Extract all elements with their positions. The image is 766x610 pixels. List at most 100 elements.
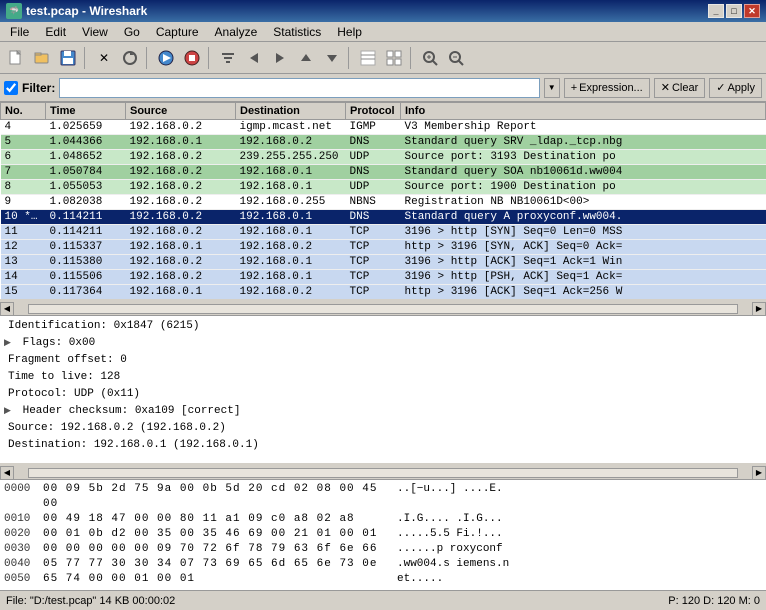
scroll-right-arrow[interactable]: ▶ [752, 302, 766, 316]
detail-line: Destination: 192.168.0.1 (192.168.0.1) [0, 437, 766, 454]
maximize-button[interactable]: □ [726, 4, 742, 18]
forward-button[interactable] [268, 46, 292, 70]
minimize-button[interactable]: _ [708, 4, 724, 18]
expand-icon[interactable]: ▶ [4, 404, 16, 419]
expression-button[interactable]: + Expression... [564, 78, 650, 98]
display-mode-button[interactable] [382, 46, 406, 70]
hex-offset: 0010 [4, 512, 39, 527]
scroll-up-button[interactable] [294, 46, 318, 70]
menu-item-help[interactable]: Help [329, 23, 370, 41]
stop-capture-button[interactable] [180, 46, 204, 70]
scroll-down-button[interactable] [320, 46, 344, 70]
reload-button[interactable] [118, 46, 142, 70]
hex-panel[interactable]: 000000 09 5b 2d 75 9a 00 0b 5d 20 cd 02 … [0, 480, 766, 590]
back-button[interactable] [242, 46, 266, 70]
detail-scroll-track[interactable] [28, 468, 738, 478]
table-row[interactable]: 61.048652192.168.0.2239.255.255.250UDPSo… [1, 150, 766, 165]
detail-line: Fragment offset: 0 [0, 352, 766, 369]
table-row[interactable]: 51.044366192.168.0.1192.168.0.2DNSStanda… [1, 135, 766, 150]
hex-line: 005065 74 00 00 01 00 01et..... [4, 572, 762, 587]
status-bar: File: "D:/test.pcap" 14 KB 00:00:02 P: 1… [0, 590, 766, 610]
window-controls[interactable]: _ □ ✕ [708, 4, 760, 18]
close-capture-button[interactable]: ✕ [92, 46, 116, 70]
menu-item-file[interactable]: File [2, 23, 37, 41]
title-bar-left: 🦈 test.pcap - Wireshark [6, 3, 147, 19]
display-filter-list-button[interactable] [356, 46, 380, 70]
close-button[interactable]: ✕ [744, 4, 760, 18]
apply-icon: ✓ [716, 81, 725, 94]
col-header-no[interactable]: No. [1, 103, 46, 120]
menu-item-capture[interactable]: Capture [148, 23, 207, 41]
toolbar-separator-3 [208, 47, 212, 69]
filter-checkbox[interactable] [4, 81, 18, 95]
clear-icon: ✕ [661, 81, 670, 94]
col-header-destination[interactable]: Destination [236, 103, 346, 120]
save-button[interactable] [56, 46, 80, 70]
detail-line: Source: 192.168.0.2 (192.168.0.2) [0, 420, 766, 437]
new-button[interactable] [4, 46, 28, 70]
col-header-info[interactable]: Info [401, 103, 766, 120]
hex-line: 002000 01 0b d2 00 35 00 35 46 69 00 21 … [4, 527, 762, 542]
table-row[interactable]: 41.025659192.168.0.2igmp.mcast.netIGMPV3… [1, 120, 766, 135]
zoom-out-button[interactable] [444, 46, 468, 70]
hex-offset: 0030 [4, 542, 39, 557]
menu-item-view[interactable]: View [74, 23, 116, 41]
hex-bytes: 00 01 0b d2 00 35 00 35 46 69 00 21 01 0… [43, 527, 393, 542]
table-row[interactable]: 71.050784192.168.0.2192.168.0.1DNSStanda… [1, 165, 766, 180]
menu-item-edit[interactable]: Edit [37, 23, 74, 41]
detail-horizontal-scrollbar[interactable]: ◀ ▶ [0, 466, 766, 480]
filter-dropdown-button[interactable]: ▼ [544, 78, 560, 98]
horizontal-scrollbar[interactable]: ◀ ▶ [0, 302, 766, 316]
detail-line: Time to live: 128 [0, 369, 766, 386]
table-row[interactable]: 91.082038192.168.0.2192.168.0.255NBNSReg… [1, 195, 766, 210]
filter-label: Filter: [22, 81, 55, 95]
expand-icon[interactable]: ▶ [4, 336, 16, 351]
open-button[interactable] [30, 46, 54, 70]
scroll-track[interactable] [28, 304, 738, 314]
menu-item-analyze[interactable]: Analyze [207, 23, 266, 41]
toolbar: ✕ [0, 42, 766, 74]
toolbar-separator-5 [410, 47, 414, 69]
filter-bar: Filter: ▼ + Expression... ✕ Clear ✓ Appl… [0, 74, 766, 102]
col-header-protocol[interactable]: Protocol [346, 103, 401, 120]
detail-panel[interactable]: Identification: 0x1847 (6215)▶ Flags: 0x… [0, 316, 766, 466]
filter-button[interactable] [216, 46, 240, 70]
clear-button[interactable]: ✕ Clear [654, 78, 706, 98]
hex-line: 0030 00 00 00 00 00 09 70 72 6f 78 79 63 … [4, 542, 762, 557]
detail-scroll-left[interactable]: ◀ [0, 466, 14, 480]
scroll-left-arrow[interactable]: ◀ [0, 302, 14, 316]
hex-line: 000000 09 5b 2d 75 9a 00 0b 5d 20 cd 02 … [4, 482, 762, 512]
col-header-source[interactable]: Source [126, 103, 236, 120]
app-icon: 🦈 [6, 3, 22, 19]
table-row[interactable]: 81.055053192.168.0.2192.168.0.1UDPSource… [1, 180, 766, 195]
detail-line: Protocol: UDP (0x11) [0, 386, 766, 403]
hex-offset: 0040 [4, 557, 39, 572]
table-row[interactable]: 10 *REF*0.114211192.168.0.2192.168.0.1DN… [1, 210, 766, 225]
detail-scroll-right[interactable]: ▶ [752, 466, 766, 480]
table-row[interactable]: 150.117364192.168.0.1192.168.0.2TCPhttp … [1, 285, 766, 300]
table-row[interactable]: 120.115337192.168.0.1192.168.0.2TCPhttp … [1, 240, 766, 255]
col-header-time[interactable]: Time [46, 103, 126, 120]
hex-bytes: 05 77 77 30 30 34 07 73 69 65 6d 65 6e 7… [43, 557, 393, 572]
detail-line[interactable]: ▶ Header checksum: 0xa109 [correct] [0, 403, 766, 420]
expression-icon: + [571, 82, 577, 94]
hex-bytes: 00 00 00 00 00 09 70 72 6f 78 79 63 6f 6… [43, 542, 393, 557]
hex-line: 001000 49 18 47 00 00 80 11 a1 09 c0 a8 … [4, 512, 762, 527]
start-capture-button[interactable] [154, 46, 178, 70]
packet-table: No. Time Source Destination Protocol Inf… [0, 102, 766, 302]
table-row[interactable]: 140.115506192.168.0.2192.168.0.1TCP3196 … [1, 270, 766, 285]
zoom-in-button[interactable] [418, 46, 442, 70]
table-row[interactable]: 110.114211192.168.0.2192.168.0.1TCP3196 … [1, 225, 766, 240]
hex-ascii: ......p roxyconf [397, 542, 503, 557]
menu-item-statistics[interactable]: Statistics [265, 23, 329, 41]
status-file-info: File: "D:/test.pcap" 14 KB 00:00:02 [6, 595, 175, 607]
menu-item-go[interactable]: Go [116, 23, 148, 41]
apply-button[interactable]: ✓ Apply [709, 78, 762, 98]
packet-list[interactable]: No. Time Source Destination Protocol Inf… [0, 102, 766, 302]
table-row[interactable]: 130.115380192.168.0.2192.168.0.1TCP3196 … [1, 255, 766, 270]
status-right: P: 120 D: 120 M: 0 [668, 595, 760, 607]
detail-line[interactable]: ▶ Flags: 0x00 [0, 335, 766, 352]
filter-input[interactable] [59, 78, 539, 98]
status-packet-counts: P: 120 D: 120 M: 0 [668, 595, 760, 607]
hex-ascii: et..... [397, 572, 443, 587]
